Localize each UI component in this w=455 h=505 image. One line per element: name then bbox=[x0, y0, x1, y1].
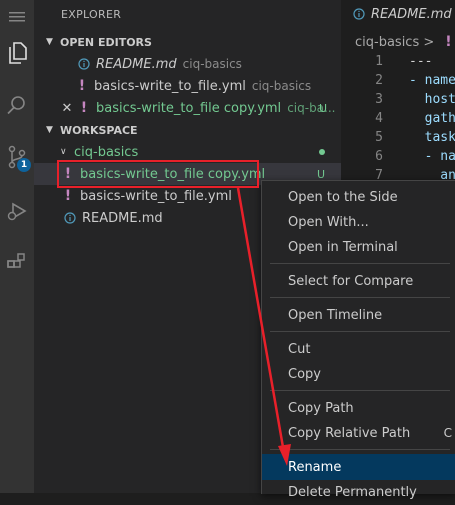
annotation-arrow bbox=[236, 187, 291, 466]
